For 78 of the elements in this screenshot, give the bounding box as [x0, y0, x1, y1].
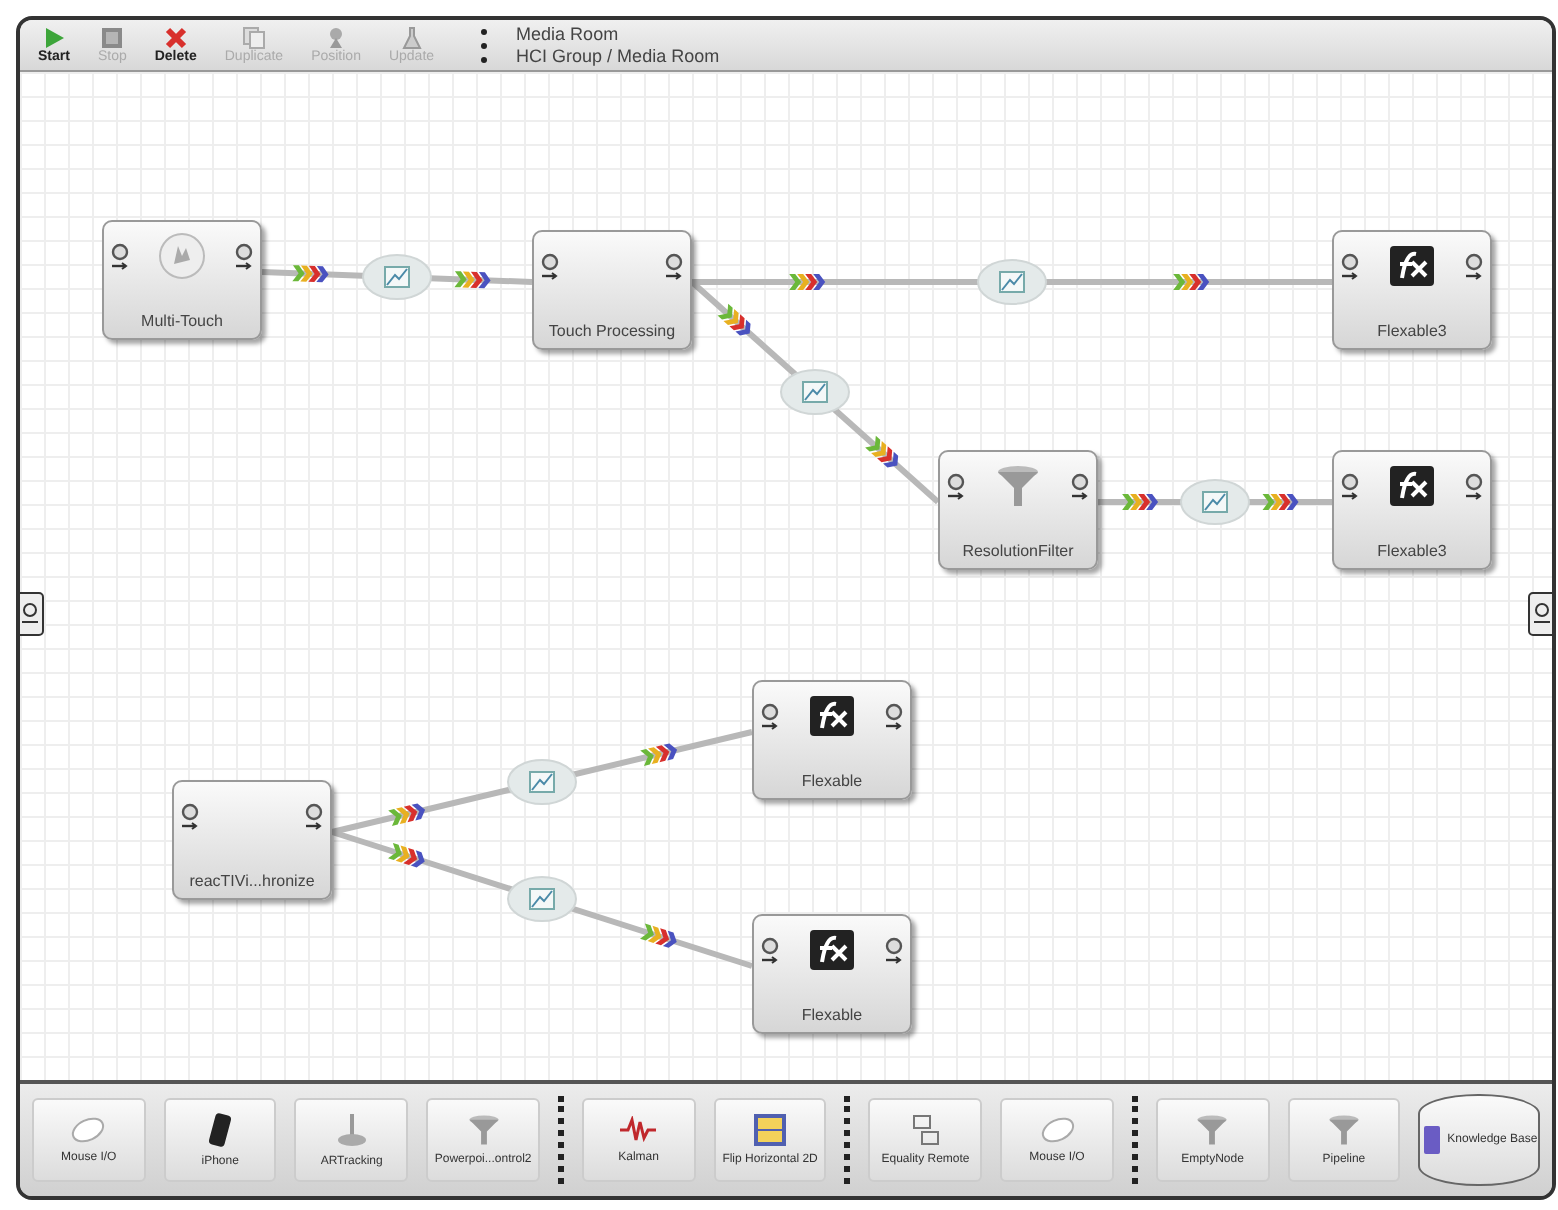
book-icon [1421, 1124, 1442, 1156]
port-icon[interactable] [110, 242, 130, 270]
port-icon[interactable] [760, 702, 780, 730]
flask-icon [399, 26, 424, 50]
port-icon[interactable] [1464, 472, 1484, 500]
port-icon[interactable] [884, 936, 904, 964]
chevron-icon [1262, 494, 1299, 510]
node-box[interactable]: Flexable3 [1332, 230, 1492, 350]
port-icon[interactable] [1340, 472, 1360, 500]
chevron-icon [717, 303, 751, 336]
chevron-icon [454, 271, 491, 289]
play-icon [41, 26, 66, 50]
mouse-icon [70, 1116, 107, 1144]
chevron-icon [292, 265, 329, 283]
node-box[interactable]: Flexable [752, 680, 912, 800]
port-icon[interactable] [1340, 252, 1360, 280]
filter-badge-icon[interactable] [507, 759, 577, 805]
port-icon[interactable] [180, 802, 200, 830]
node-label: Flexable3 [1375, 322, 1449, 340]
chevron-icon [789, 274, 826, 290]
port-icon[interactable] [1464, 252, 1484, 280]
port-icon[interactable] [304, 802, 324, 830]
node-box[interactable]: Flexable3 [1332, 450, 1492, 570]
node-label: Flexable3 [1375, 542, 1449, 560]
port-icon[interactable] [234, 242, 254, 270]
stop-icon [100, 26, 125, 50]
node-label: reacTIVi...hronize [187, 872, 317, 890]
chevron-icon [388, 803, 426, 826]
chevron-icon [388, 843, 425, 868]
port-icon[interactable] [946, 472, 966, 500]
port-icon[interactable] [760, 936, 780, 964]
side-port-icon[interactable] [1528, 592, 1552, 636]
node-box[interactable]: ResolutionFilter [938, 450, 1098, 570]
waveform-icon [618, 1116, 659, 1144]
copy-icon [241, 26, 266, 50]
chevron-icon [640, 743, 678, 766]
node-label: Touch Processing [546, 322, 678, 340]
chevron-icon [640, 923, 677, 948]
filter-badge-icon[interactable] [977, 259, 1047, 305]
joystick-icon [335, 1112, 368, 1148]
port-icon[interactable] [664, 252, 684, 280]
phone-icon [208, 1112, 233, 1148]
node-label: Multi-Touch [139, 312, 225, 330]
filter-badge-icon[interactable] [362, 254, 432, 300]
mouse-icon [1039, 1116, 1075, 1144]
node-label: Flexable [799, 1006, 865, 1024]
node-label: ResolutionFilter [960, 542, 1076, 560]
fx-icon [1390, 466, 1434, 506]
delete-icon [163, 26, 188, 50]
node-box[interactable]: Flexable [752, 914, 912, 1034]
fx-icon [810, 930, 854, 970]
connection-line[interactable] [692, 279, 1332, 285]
chevron-icon [865, 435, 899, 468]
port-icon[interactable] [540, 252, 560, 280]
funnel-icon [467, 1114, 500, 1146]
port-icon[interactable] [884, 702, 904, 730]
node-box[interactable]: reacTIVi...hronize [172, 780, 332, 900]
chevron-icon [1122, 494, 1159, 510]
equality-icon [909, 1114, 942, 1146]
separator-icon [480, 25, 489, 65]
funnel-icon [1196, 1114, 1229, 1146]
side-port-icon[interactable] [20, 592, 44, 636]
funnel-icon [1327, 1114, 1360, 1146]
filter-badge-icon[interactable] [780, 369, 850, 415]
funnel-icon [996, 464, 1040, 508]
hand-icon [158, 232, 206, 280]
chevron-icon [1173, 274, 1210, 290]
fx-icon [810, 696, 854, 736]
node-box[interactable]: Touch Processing [532, 230, 692, 350]
flip-icon [754, 1114, 787, 1146]
node-label: Flexable [799, 772, 865, 790]
fx-icon [1390, 246, 1434, 286]
node-box[interactable]: Multi-Touch [102, 220, 262, 340]
filter-badge-icon[interactable] [1180, 479, 1250, 525]
filter-badge-icon[interactable] [507, 876, 577, 922]
room-title: Media Room [516, 23, 621, 45]
breadcrumb-path: HCI Group / Media Room [516, 45, 720, 67]
port-icon[interactable] [1070, 472, 1090, 500]
